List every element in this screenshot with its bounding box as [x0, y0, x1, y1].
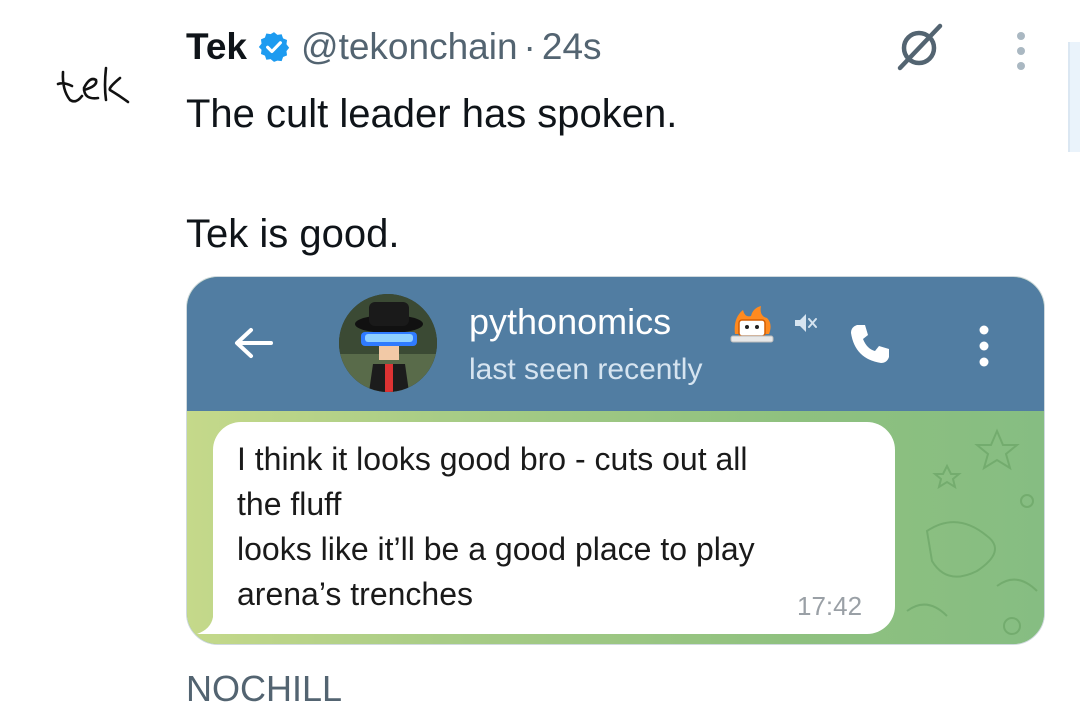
message-line: looks like it’ll be a good place to play [237, 531, 755, 567]
message-text: I think it looks good bro - cuts out all… [237, 437, 877, 617]
phone-icon [851, 325, 889, 363]
separator-dot: · [523, 26, 536, 67]
tweet-media-image[interactable]: pythonomics last seen recently I think i… [186, 276, 1045, 645]
display-name[interactable]: Tek [186, 26, 247, 68]
contact-name: pythonomics [469, 301, 672, 342]
bubble-tail [197, 617, 221, 634]
kebab-menu-icon [979, 325, 989, 367]
user-handle[interactable]: @tekonchain [301, 26, 518, 68]
tweet-text-line: Tek is good. [186, 212, 400, 256]
back-arrow-icon [235, 328, 273, 358]
tweet-body: The cult leader has spoken. Tek is good. [186, 84, 677, 264]
message-line: arena’s trenches [237, 576, 473, 612]
message-line: the fluff [237, 486, 342, 522]
wallpaper-doodles [906, 428, 1038, 635]
flame-emoji-icon [730, 306, 774, 343]
author-avatar[interactable] [50, 62, 140, 112]
media-caption: NOCHILL [186, 668, 343, 709]
contact-avatar [339, 294, 437, 392]
telegram-header [187, 277, 1044, 411]
tweet-timestamp[interactable]: 24s [542, 26, 602, 68]
grok-icon[interactable] [890, 18, 948, 76]
verified-badge-icon[interactable] [257, 30, 291, 64]
tweet-text-line: The cult leader has spoken. [186, 92, 678, 136]
contact-status: last seen recently [469, 353, 703, 386]
muted-icon [795, 314, 817, 332]
side-panel-edge [1068, 42, 1080, 152]
more-vertical-icon[interactable] [1008, 30, 1034, 74]
message-time: 17:42 [797, 591, 863, 621]
message-line: I think it looks good bro - cuts out all [237, 441, 748, 477]
tweet-header: Tek @tekonchain · 24s [186, 24, 602, 70]
